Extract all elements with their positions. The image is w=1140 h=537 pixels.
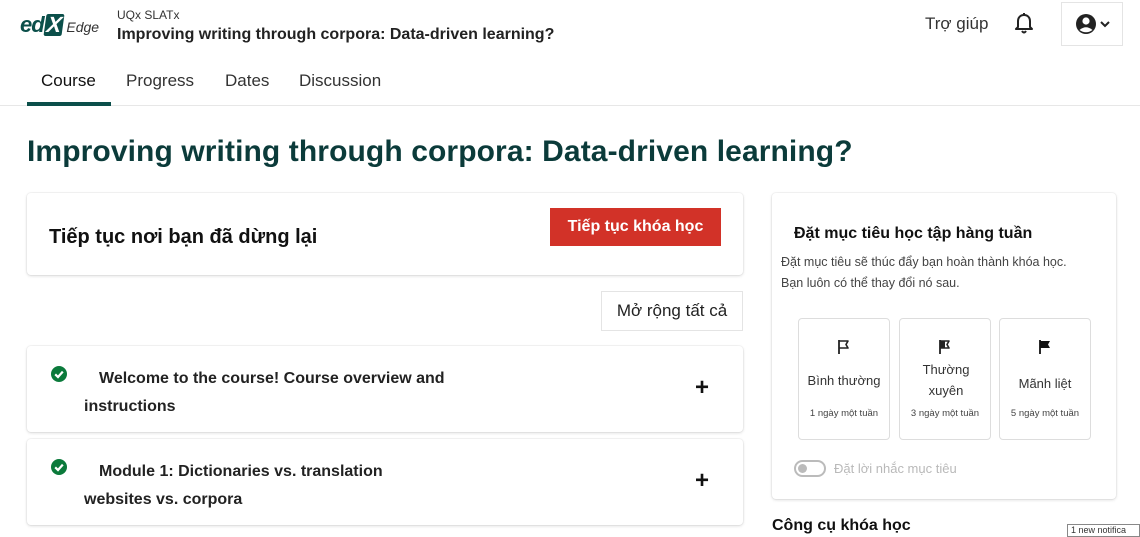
tab-discussion[interactable]: Discussion	[299, 71, 381, 91]
section-title: Module 1: Dictionaries vs. translation w…	[84, 463, 383, 508]
user-circle-icon	[1075, 14, 1096, 34]
logo-edge-text: Edge	[66, 19, 100, 35]
course-section[interactable]: Module 1: Dictionaries vs. translation w…	[27, 439, 743, 525]
flag-filled-icon	[1039, 340, 1050, 354]
help-link[interactable]: Trợ giúp	[925, 14, 988, 34]
goal-option-frequency: 1 ngày một tuần	[809, 408, 879, 419]
page-title: Improving writing through corpora: Data-…	[27, 135, 853, 168]
flag-half-icon	[939, 340, 950, 354]
resume-text: Tiếp tục nơi bạn đã dừng lại	[49, 226, 318, 248]
check-circle-icon	[51, 459, 67, 475]
goal-option-intense[interactable]: Mãnh liệt 5 ngày một tuần	[999, 318, 1091, 440]
check-circle-icon	[51, 366, 67, 382]
goal-option-casual[interactable]: Bình thường 1 ngày một tuần	[798, 318, 890, 440]
tab-dates[interactable]: Dates	[225, 71, 269, 91]
active-tab-indicator	[27, 102, 111, 106]
goal-option-label: Thường xuyên	[922, 362, 970, 398]
header-course-title: Improving writing through corpora: Data-…	[117, 26, 555, 43]
course-org: UQx SLATx	[117, 8, 180, 22]
bell-icon[interactable]	[1013, 12, 1035, 36]
weekly-goal-card: Đặt mục tiêu học tập hàng tuần Đặt mục t…	[772, 193, 1116, 499]
resume-card: Tiếp tục nơi bạn đã dừng lại Tiếp tục kh…	[27, 193, 743, 275]
goal-option-label: Bình thường	[807, 373, 881, 388]
course-section[interactable]: Welcome to the course! Course overview a…	[27, 346, 743, 432]
section-title: Welcome to the course! Course overview a…	[84, 370, 445, 415]
goal-option-regular[interactable]: Thường xuyên 3 ngày một tuần	[899, 318, 991, 440]
expand-all-button[interactable]: Mở rộng tất cả	[601, 291, 743, 331]
goal-title: Đặt mục tiêu học tập hàng tuần	[794, 225, 1033, 242]
logo-x: X	[43, 12, 64, 37]
logo-ed: ed	[20, 12, 45, 37]
goal-description: Đặt mục tiêu sẽ thúc đẩy bạn hoàn thành …	[781, 255, 1067, 290]
tab-course[interactable]: Course	[41, 71, 96, 91]
goal-option-label: Mãnh liệt	[1018, 376, 1072, 391]
course-tabs: Course Progress Dates Discussion	[0, 60, 1140, 106]
edx-logo[interactable]: edX Edge	[20, 12, 100, 37]
course-tools-heading: Công cụ khóa học	[772, 517, 911, 534]
plus-icon[interactable]: +	[695, 469, 709, 493]
flag-outline-icon	[838, 340, 849, 354]
chevron-down-icon	[1099, 21, 1110, 28]
resume-course-button[interactable]: Tiếp tục khóa học	[550, 208, 721, 246]
user-menu-button[interactable]	[1061, 2, 1123, 46]
goal-option-frequency: 5 ngày một tuần	[1010, 408, 1080, 419]
notification-popup[interactable]: 1 new notifica	[1067, 524, 1140, 537]
goal-reminder-toggle[interactable]	[794, 460, 826, 477]
plus-icon[interactable]: +	[695, 376, 709, 400]
tab-progress[interactable]: Progress	[126, 71, 194, 91]
goal-option-frequency: 3 ngày một tuần	[910, 408, 980, 419]
goal-reminder-label: Đặt lời nhắc mục tiêu	[834, 461, 957, 476]
